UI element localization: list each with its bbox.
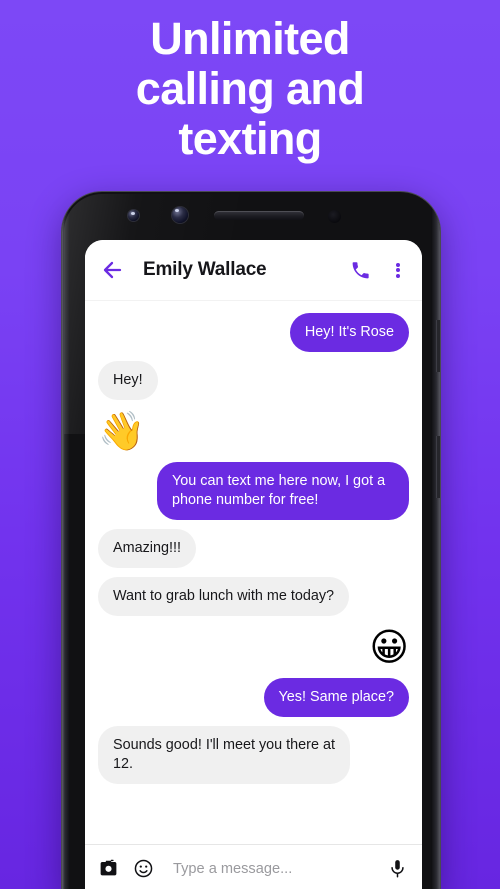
menu-dot: [396, 268, 400, 272]
phone-right-edge: [431, 192, 440, 889]
phone-left-edge: [62, 192, 70, 889]
message-row: Yes! Same place?: [98, 678, 409, 717]
phone-device-mockup: Emily Wallace Hey! It's Rose Hey! 👋 You …: [62, 192, 440, 889]
message-bubble-received[interactable]: Amazing!!!: [98, 529, 196, 568]
message-bubble-sent[interactable]: Hey! It's Rose: [289, 313, 409, 352]
headline-line-2: calling and: [135, 63, 365, 114]
message-input[interactable]: [167, 845, 373, 889]
camera-glint: [131, 212, 135, 215]
message-row: Sounds good! I'll meet you there at 12.: [98, 726, 409, 784]
menu-dot: [396, 262, 400, 267]
camera-glint: [175, 209, 179, 212]
waving-hand-emoji[interactable]: 👋: [98, 409, 145, 453]
promo-headline: Unlimited calling and texting: [0, 14, 500, 164]
message-row: You can text me here now, I got a phone …: [98, 462, 409, 520]
message-row: 😀: [98, 625, 409, 669]
message-bubble-sent[interactable]: You can text me here now, I got a phone …: [157, 462, 409, 520]
menu-dot: [396, 273, 400, 278]
microphone-icon[interactable]: [386, 858, 408, 880]
message-row: 👋: [98, 409, 409, 453]
headline-line-1: Unlimited: [150, 13, 350, 64]
message-row: Hey! It's Rose: [98, 313, 409, 352]
proximity-sensor-icon: [328, 210, 341, 223]
phone-call-icon[interactable]: [347, 257, 373, 283]
message-row: Hey!: [98, 361, 409, 400]
contact-name: Emily Wallace: [143, 259, 267, 280]
message-bubble-received[interactable]: Sounds good! I'll meet you there at 12.: [98, 726, 350, 784]
message-bubble-sent[interactable]: Yes! Same place?: [263, 678, 409, 717]
overflow-menu-icon[interactable]: [389, 257, 407, 283]
message-bubble-received[interactable]: Hey!: [98, 361, 158, 400]
earpiece-speaker-grille: [214, 211, 304, 220]
back-arrow-icon[interactable]: [98, 256, 126, 284]
phone-top-sensor-area: [62, 192, 440, 240]
headline-line-3: texting: [178, 113, 322, 164]
message-list[interactable]: Hey! It's Rose Hey! 👋 You can text me he…: [85, 301, 422, 844]
phone-screen: Emily Wallace Hey! It's Rose Hey! 👋 You …: [85, 240, 422, 889]
front-camera-primary-icon: [172, 207, 188, 223]
grinning-face-emoji[interactable]: 😀: [369, 625, 409, 669]
phone-volume-button: [436, 320, 440, 372]
chat-app-header: Emily Wallace: [85, 240, 422, 301]
front-camera-secondary-icon: [128, 210, 139, 221]
phone-power-button: [436, 436, 440, 498]
message-row: Amazing!!!: [98, 529, 409, 568]
camera-icon[interactable]: [97, 858, 119, 880]
emoji-smiley-icon[interactable]: [132, 858, 154, 880]
message-row: Want to grab lunch with me today?: [98, 577, 409, 616]
message-composer-bar: [85, 844, 422, 889]
message-bubble-received[interactable]: Want to grab lunch with me today?: [98, 577, 350, 616]
